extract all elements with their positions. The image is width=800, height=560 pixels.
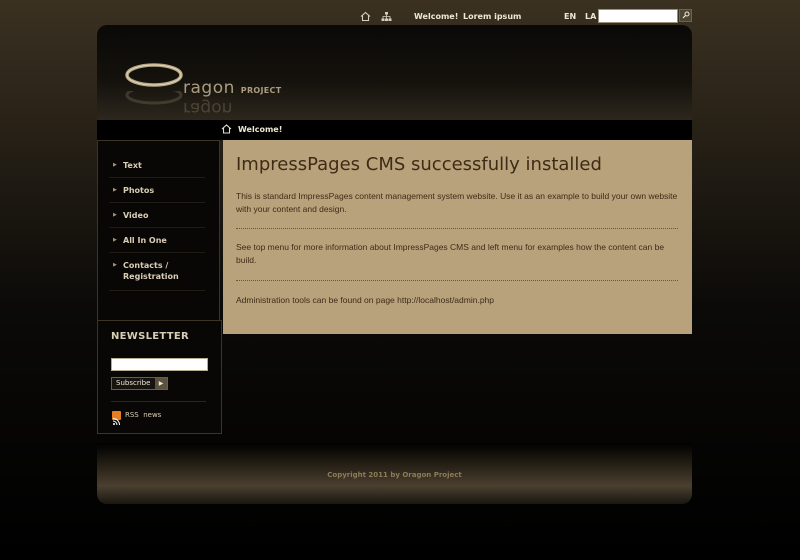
breadcrumb-home-icon[interactable] (221, 124, 232, 137)
menu-item-label: Text (123, 161, 142, 170)
chevron-right-icon: ▶ (113, 212, 117, 218)
newsletter-title: NEWSLETTER (111, 331, 190, 342)
menu-item-label: All In One (123, 236, 167, 245)
subscribe-button[interactable]: Subscribe ▶ (111, 377, 168, 390)
menu-item-label: Photos (123, 186, 155, 195)
chevron-right-icon: ▶ (113, 162, 117, 168)
copyright-text: Copyright 2011 by Oragon Project (327, 471, 462, 479)
play-arrow-icon: ▶ (155, 378, 167, 389)
home-icon[interactable] (359, 11, 371, 23)
page-title: ImpressPages CMS successfully installed (236, 154, 602, 175)
logo[interactable]: ragon PROJECT ragon (125, 63, 285, 123)
header: ragon PROJECT ragon (97, 25, 692, 120)
content-divider-1 (236, 228, 678, 229)
language-la[interactable]: LA (585, 11, 596, 23)
newsletter-email-input[interactable] (111, 358, 208, 371)
breadcrumb-current[interactable]: Welcome! (238, 125, 282, 135)
search-button[interactable] (679, 9, 692, 22)
search-icon (682, 11, 690, 21)
menu-item-text[interactable]: ▶ Text (109, 153, 205, 178)
top-link-lorem-ipsum[interactable]: Lorem ipsum (463, 11, 521, 23)
menu-item-photos[interactable]: ▶ Photos (109, 178, 205, 203)
rss-news-link[interactable]: RSS news (125, 410, 161, 421)
subscribe-label: Subscribe (116, 379, 151, 387)
top-link-welcome[interactable]: Welcome! (414, 11, 458, 23)
content-divider-2 (236, 280, 678, 281)
chevron-right-icon: ▶ (113, 187, 117, 193)
content-paragraph-2: See top menu for more information about … (236, 242, 665, 265)
logo-text: ragon PROJECT (183, 78, 281, 98)
content-paragraph-3: Administration tools can be found on pag… (236, 295, 495, 305)
logo-main-text: ragon (183, 78, 235, 98)
chevron-right-icon: ▶ (113, 237, 117, 243)
search-input[interactable] (598, 9, 678, 23)
breadcrumb: Welcome! (97, 120, 692, 140)
menu-item-label: Video (123, 211, 149, 220)
logo-ring-icon (125, 63, 183, 87)
main-content: ImpressPages CMS successfully installed … (223, 140, 692, 334)
content-paragraph-1: This is standard ImpressPages content ma… (236, 191, 678, 214)
menu-item-video[interactable]: ▶ Video (109, 203, 205, 228)
left-menu: ▶ Text ▶ Photos ▶ Video ▶ All In One ▶ C… (97, 140, 220, 325)
newsletter-divider (111, 401, 206, 402)
footer: Copyright 2011 by Oragon Project (97, 443, 692, 504)
chevron-right-icon: ▶ (113, 262, 117, 268)
left-menu-list: ▶ Text ▶ Photos ▶ Video ▶ All In One ▶ C… (109, 153, 205, 291)
logo-ring-reflection-icon (125, 91, 183, 105)
main-frame: ragon PROJECT ragon Welcome! ▶ Text ▶ Ph… (97, 25, 692, 504)
menu-item-all-in-one[interactable]: ▶ All In One (109, 228, 205, 253)
menu-item-label: Contacts / Registration (123, 261, 179, 281)
menu-item-contacts-registration[interactable]: ▶ Contacts / Registration (109, 253, 205, 291)
newsletter-box: NEWSLETTER Subscribe ▶ RSS news (97, 320, 222, 434)
rss-icon[interactable] (112, 411, 121, 426)
language-en[interactable]: EN (564, 11, 576, 23)
sitemap-icon[interactable] (380, 11, 392, 23)
logo-sub-text: PROJECT (240, 86, 282, 95)
logo-reflection: ragon (183, 98, 233, 118)
